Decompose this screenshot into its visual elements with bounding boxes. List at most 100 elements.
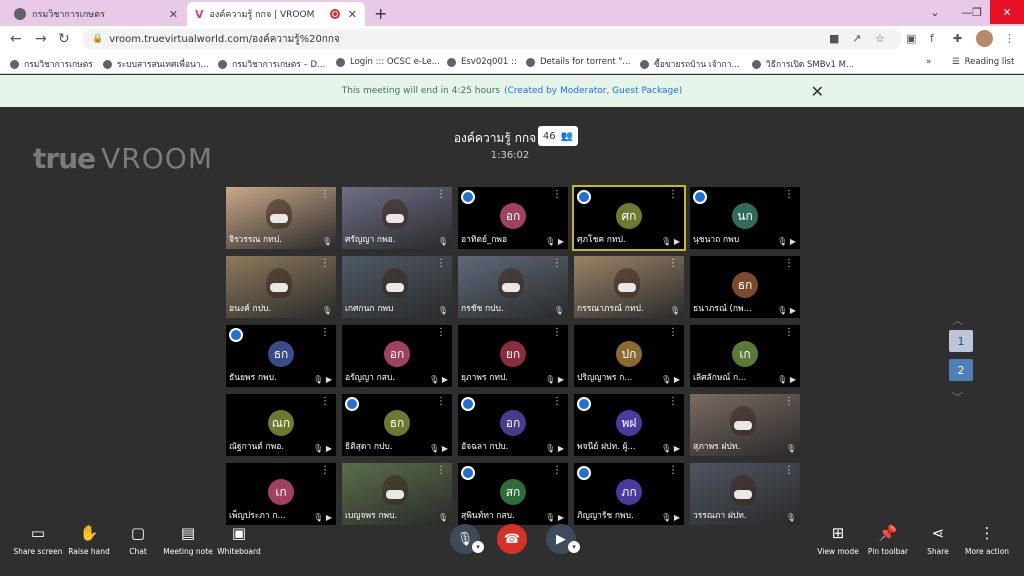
- close-tab-icon[interactable]: ✕: [348, 8, 357, 21]
- facebook-extension-icon[interactable]: f: [930, 32, 934, 45]
- participant-tile[interactable]: ปก ⋮ ปริญญาพร ก... 🎙 ▶: [574, 325, 684, 387]
- chevron-down-icon[interactable]: ﹀: [952, 389, 963, 405]
- more-action-button[interactable]: ⋮ More action: [957, 524, 1017, 556]
- tile-menu-icon[interactable]: ⋮: [552, 258, 562, 269]
- tab-vroom[interactable]: V องค์ความรู้ กกจ | VROOM ✕: [187, 2, 365, 26]
- extensions-icon[interactable]: ✚: [953, 32, 962, 45]
- mic-muted-icon: 🎙 ▶: [429, 375, 448, 384]
- camera-permission-icon[interactable]: ■: [829, 32, 839, 45]
- bookmark-item[interactable]: ซื้อขายรถบ้าน เจ้ากา...: [640, 57, 740, 71]
- participant-tile[interactable]: ธก ⋮ ธนาภรณ์ (กพ... 🎙 ▶: [690, 256, 800, 318]
- tile-menu-icon[interactable]: ⋮: [784, 189, 794, 200]
- tile-menu-icon[interactable]: ⋮: [320, 189, 330, 200]
- bookmark-item[interactable]: กรมวิชาการเกษตร – D...: [218, 57, 325, 71]
- forward-icon[interactable]: →: [35, 31, 47, 47]
- participant-tile[interactable]: ธก ⋮ ธันยพร กพบ. 🎙 ▶: [226, 325, 336, 387]
- participant-name: นุชนาถ กพบ: [693, 235, 740, 245]
- line-extension-icon[interactable]: ▣: [906, 32, 916, 45]
- participant-count-button[interactable]: 46 👥: [538, 126, 578, 146]
- participant-avatar: นก: [732, 203, 758, 229]
- bookmark-star-icon[interactable]: ☆: [875, 32, 885, 45]
- participant-tile[interactable]: อก ⋮ อัจฉลา กปบ. 🎙 ▶: [458, 394, 568, 456]
- bookmark-item[interactable]: Details for torrent "...: [526, 57, 630, 67]
- mic-options-chevron-icon[interactable]: ▾: [472, 541, 484, 553]
- participant-tile[interactable]: ⋮ วรรณภา ฝปท. 🎙: [690, 463, 800, 525]
- bookmark-item[interactable]: Esv02q001 ::: [447, 57, 517, 67]
- tab-search-icon[interactable]: ⌄: [918, 0, 952, 24]
- participant-tile[interactable]: สก ⋮ สุพินท์ทา กสบ. 🎙 ▶: [458, 463, 568, 525]
- tile-menu-icon[interactable]: ⋮: [784, 465, 794, 476]
- notice-link[interactable]: (Created by Moderator, Guest Package): [504, 86, 682, 96]
- participant-name: เกศกนก กพบ: [345, 304, 394, 314]
- tile-menu-icon[interactable]: ⋮: [552, 396, 562, 407]
- bookmark-item[interactable]: ระบบสารสนเทศเพื่อนา...: [103, 57, 209, 71]
- close-notice-icon[interactable]: ✕: [811, 82, 824, 101]
- participant-tile[interactable]: ธก ⋮ ธิติสุดา กปบ. 🎙 ▶: [342, 394, 452, 456]
- chevron-up-icon[interactable]: ︿: [952, 312, 963, 328]
- participant-tile[interactable]: อก ⋮ อาทิตย์_กพอ 🎙 ▶: [458, 187, 568, 249]
- participant-tile[interactable]: นก ⋮ นุชนาถ กพบ 🎙 ▶: [690, 187, 800, 249]
- window-close-button[interactable]: ✕: [990, 0, 1024, 24]
- page-1-button[interactable]: 1: [949, 330, 973, 352]
- mic-muted-icon: 🎙 ▶: [777, 306, 796, 315]
- address-bar[interactable]: 🔒 vroom.truevirtualworld.com/องค์ความรู้…: [82, 29, 902, 49]
- participant-avatar: ธก: [732, 272, 758, 298]
- reload-icon[interactable]: ↻: [58, 31, 70, 47]
- tile-menu-icon[interactable]: ⋮: [320, 327, 330, 338]
- bookmark-item[interactable]: กรมวิชาการเกษตร: [10, 57, 93, 71]
- tile-menu-icon[interactable]: ⋮: [320, 465, 330, 476]
- participant-tile[interactable]: ⋮ สุภาพร ฝปท. 🎙: [690, 394, 800, 456]
- participant-avatar: ธก: [268, 341, 294, 367]
- bookmark-item[interactable]: วิธีการเปิด SMBv1 M...: [752, 57, 854, 71]
- bookmark-item[interactable]: Login ::: OCSC e-Le...: [336, 57, 440, 67]
- share-page-icon[interactable]: ↗: [852, 32, 861, 45]
- tile-menu-icon[interactable]: ⋮: [552, 465, 562, 476]
- participant-tile[interactable]: พฝ ⋮ พจนีย์ ฝปท. ผู้... 🎙 ▶: [574, 394, 684, 456]
- participant-tile[interactable]: ⋮ จิรวรรณ กทป. 🎙: [226, 187, 336, 249]
- tile-menu-icon[interactable]: ⋮: [668, 465, 678, 476]
- bookmarks-overflow-icon[interactable]: »: [926, 57, 931, 67]
- participant-tile[interactable]: ⋮ กรชัช กปบ. 🎙: [458, 256, 568, 318]
- page-2-button[interactable]: 2: [949, 359, 973, 381]
- leave-meeting-button[interactable]: ☎: [497, 524, 527, 554]
- participant-tile[interactable]: ยก ⋮ ยุภาพร กทป. 🎙 ▶: [458, 325, 568, 387]
- tile-menu-icon[interactable]: ⋮: [320, 396, 330, 407]
- participant-tile[interactable]: ⋮ กรรณาภรณ์ กทป. 🎙: [574, 256, 684, 318]
- tab-krom[interactable]: กรมวิชาการเกษตร ✕: [6, 2, 186, 26]
- new-tab-button[interactable]: +: [374, 4, 387, 23]
- tile-menu-icon[interactable]: ⋮: [436, 258, 446, 269]
- participant-tile[interactable]: ภก ⋮ ภิญญารัช กพบ. 🎙 ▶: [574, 463, 684, 525]
- tile-menu-icon[interactable]: ⋮: [552, 327, 562, 338]
- participant-tile[interactable]: ⋮ ศรัญญา กพอ. 🎙: [342, 187, 452, 249]
- participant-tile[interactable]: ⋮ เบญจพร กพบ. 🎙: [342, 463, 452, 525]
- tile-menu-icon[interactable]: ⋮: [320, 258, 330, 269]
- participant-tile[interactable]: ⋮ อนงค์ กปบ. 🎙: [226, 256, 336, 318]
- tile-menu-icon[interactable]: ⋮: [668, 258, 678, 269]
- tile-menu-icon[interactable]: ⋮: [668, 396, 678, 407]
- participant-tile[interactable]: ศก ⋮ ศุภโชค กทป. 🎙 ▶: [572, 185, 686, 251]
- tile-menu-icon[interactable]: ⋮: [436, 189, 446, 200]
- restore-button[interactable]: ❐: [960, 0, 994, 24]
- participant-tile[interactable]: เก ⋮ เลิศลักษณ์ ก... 🎙 ▶: [690, 325, 800, 387]
- profile-avatar[interactable]: [976, 30, 993, 47]
- close-tab-icon[interactable]: ✕: [169, 8, 178, 21]
- tile-menu-icon[interactable]: ⋮: [784, 258, 794, 269]
- tile-menu-icon[interactable]: ⋮: [436, 465, 446, 476]
- tile-menu-icon[interactable]: ⋮: [436, 396, 446, 407]
- tile-menu-icon[interactable]: ⋮: [668, 327, 678, 338]
- tile-menu-icon[interactable]: ⋮: [668, 189, 678, 200]
- participant-tile[interactable]: ⋮ เกศกนก กพบ 🎙: [342, 256, 452, 318]
- whiteboard-button[interactable]: ▣ Whiteboard: [209, 524, 269, 556]
- tile-menu-icon[interactable]: ⋮: [784, 396, 794, 407]
- tile-menu-icon[interactable]: ⋮: [436, 327, 446, 338]
- browser-menu-icon[interactable]: ⋮: [1004, 32, 1015, 45]
- participant-tile[interactable]: ณก ⋮ ณัฐกานต์ กพอ. 🎙 ▶: [226, 394, 336, 456]
- participant-tile[interactable]: อก ⋮ อรัญญา กสบ. 🎙 ▶: [342, 325, 452, 387]
- tile-menu-icon[interactable]: ⋮: [552, 189, 562, 200]
- participant-tile[interactable]: เก ⋮ เพ็ญประภา ก... 🎙 ▶: [226, 463, 336, 525]
- tile-menu-icon[interactable]: ⋮: [784, 327, 794, 338]
- camera-options-chevron-icon[interactable]: ▾: [568, 541, 580, 553]
- participant-name: ณัฐกานต์ กพอ.: [229, 442, 285, 452]
- back-icon[interactable]: ←: [10, 31, 22, 47]
- reading-list-button[interactable]: ☰ Reading list: [952, 57, 1014, 67]
